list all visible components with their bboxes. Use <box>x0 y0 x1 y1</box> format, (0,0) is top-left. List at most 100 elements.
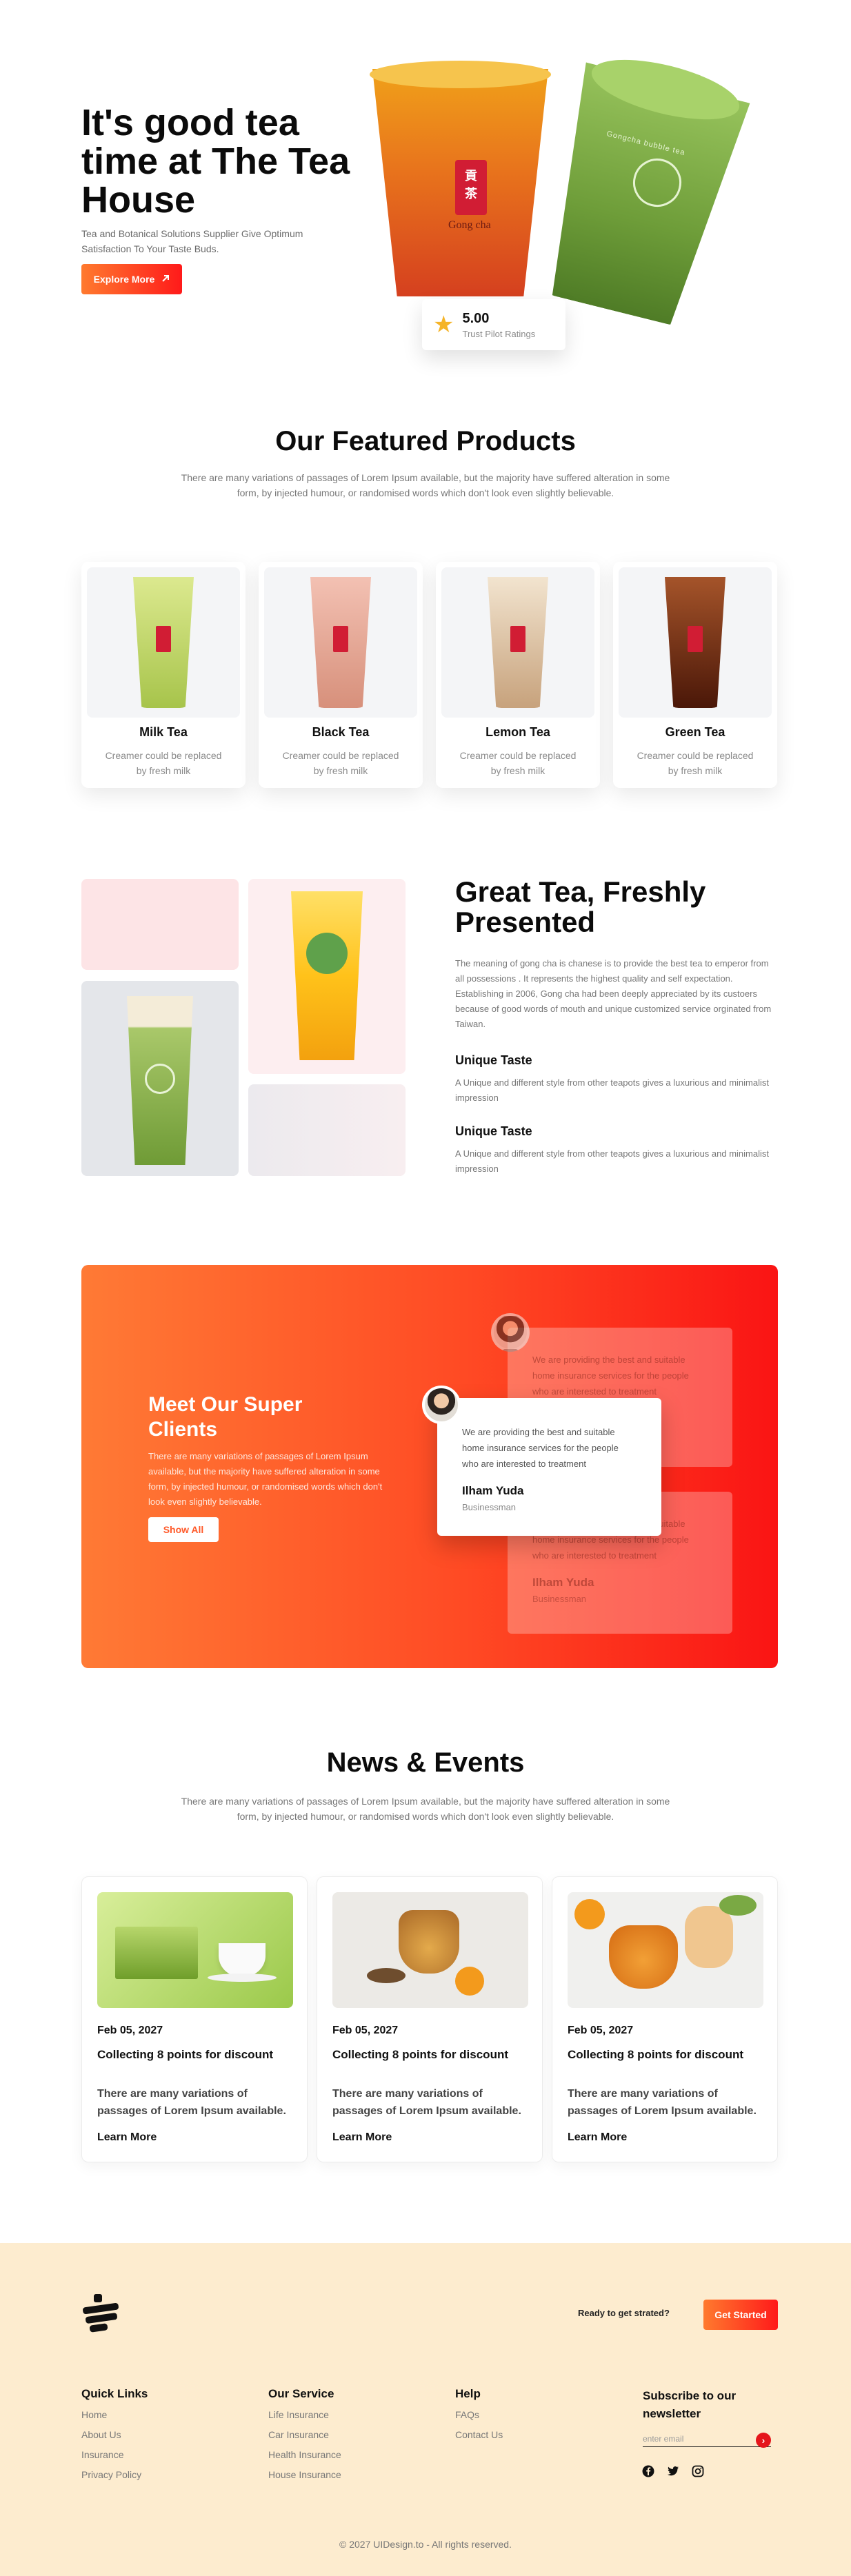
product-name: Milk Tea <box>139 725 188 739</box>
product-image <box>264 567 417 718</box>
explore-more-button[interactable]: Explore More <box>81 264 182 294</box>
news-card[interactable]: Feb 05, 2027 Collecting 8 points for dis… <box>317 1876 543 2162</box>
orange-slice <box>574 1899 605 1929</box>
news-headline: Collecting 8 points for discount <box>97 2048 273 2061</box>
feature-text: A Unique and different style from other … <box>455 1077 769 1103</box>
footer-link-car-insurance[interactable]: Car Insurance <box>268 2425 341 2445</box>
great-tea-title: Great Tea, Freshly Presented <box>455 875 706 938</box>
mango-cup <box>291 891 363 1060</box>
product-card[interactable]: Green Tea Creamer could be replaced by f… <box>613 562 777 788</box>
gongcha-logo-icon <box>510 626 525 652</box>
gongcha-logo-icon: 貢茶 <box>455 160 487 215</box>
testimonial-quote: We are providing the best and suitable h… <box>532 1355 689 1397</box>
great-tea-description: The meaning of gong cha is chanese is to… <box>455 958 772 1029</box>
product-name: Green Tea <box>665 725 725 739</box>
feature-text: A Unique and different style from other … <box>455 1148 769 1174</box>
footer-link-about-us[interactable]: About Us <box>81 2425 148 2445</box>
cup-logo-icon <box>145 1064 175 1094</box>
mint-leaves <box>719 1895 757 1916</box>
learn-more-link[interactable]: Learn More <box>568 2131 627 2144</box>
arrow-up-right-icon <box>161 274 170 285</box>
show-all-button[interactable]: Show All <box>148 1517 219 1542</box>
news-date: Feb 05, 2027 <box>568 2025 634 2036</box>
footer-column-title: Help <box>455 2387 481 2400</box>
tea-glass <box>399 1910 459 1974</box>
rating-value: 5.00 <box>462 310 490 326</box>
gongcha-logo-icon <box>156 626 171 652</box>
teapot <box>685 1906 733 1968</box>
orange-slice <box>455 1967 484 1996</box>
star-icon: ★ <box>433 312 454 338</box>
product-card[interactable]: Black Tea Creamer could be replaced by f… <box>259 562 423 788</box>
gallery-tile-pink <box>81 879 239 970</box>
footer-link-privacy-policy[interactable]: Privacy Policy <box>81 2465 148 2485</box>
facebook-icon[interactable] <box>641 2464 655 2478</box>
news-image <box>568 1892 763 2008</box>
footer-link-health-insurance[interactable]: Health Insurance <box>268 2445 341 2465</box>
rating-card: ★ 5.00 Trust Pilot Ratings <box>422 299 565 350</box>
testimonial-quote: We are providing the best and suitable h… <box>462 1427 619 1469</box>
get-started-button[interactable]: Get Started <box>703 2300 778 2330</box>
footer-column-title: Quick Links <box>81 2387 148 2400</box>
instagram-icon[interactable] <box>691 2464 705 2478</box>
product-description: Creamer could be replaced by fresh milk <box>459 750 577 776</box>
testimonial-role: Businessman <box>462 1502 517 1512</box>
gallery-tile-grey <box>248 1084 406 1176</box>
product-image <box>87 567 240 718</box>
client-avatar <box>491 1313 530 1352</box>
subscribe-title: Subscribe to our newsletter <box>643 2389 737 2420</box>
footer-link-home[interactable]: Home <box>81 2405 148 2425</box>
product-name: Lemon Tea <box>485 725 550 739</box>
footer-link-insurance[interactable]: Insurance <box>81 2445 148 2465</box>
news-excerpt: There are many variations of passages of… <box>97 2088 286 2117</box>
twitter-icon[interactable] <box>666 2464 680 2478</box>
featured-title: Our Featured Products <box>275 426 576 456</box>
news-card[interactable]: Feb 05, 2027 Collecting 8 points for dis… <box>81 1876 308 2162</box>
news-excerpt: There are many variations of passages of… <box>568 2088 757 2117</box>
rating-label: Trust Pilot Ratings <box>462 328 536 339</box>
feature-title: Unique Taste <box>455 1053 532 1067</box>
social-links <box>641 2464 705 2478</box>
news-title: News & Events <box>326 1747 525 1778</box>
news-headline: Collecting 8 points for discount <box>568 2048 743 2061</box>
saucer <box>208 1974 277 1982</box>
footer-link-house-insurance[interactable]: House Insurance <box>268 2465 341 2485</box>
tea-cup <box>219 1943 266 1976</box>
gallery-tile-mango <box>248 879 406 1074</box>
chevron-right-icon: › <box>761 2435 765 2446</box>
footer-link-faqs[interactable]: FAQs <box>455 2405 503 2425</box>
product-description: Creamer could be replaced by fresh milk <box>105 750 222 776</box>
product-card[interactable]: Milk Tea Creamer could be replaced by fr… <box>81 562 246 788</box>
email-input[interactable] <box>643 2432 753 2446</box>
brand-logo-icon[interactable] <box>81 2294 121 2335</box>
subscribe-arrow-button[interactable]: › <box>756 2433 771 2448</box>
footer-link-life-insurance[interactable]: Life Insurance <box>268 2405 341 2425</box>
news-date: Feb 05, 2027 <box>332 2025 399 2036</box>
footer-column-title: Our Service <box>268 2387 334 2400</box>
news-excerpt: There are many variations of passages of… <box>332 2088 521 2117</box>
clients-title: Meet Our Super Clients <box>148 1393 303 1441</box>
testimonial-name: Ilham Yuda <box>462 1484 524 1497</box>
hero-cup-orange-ice <box>370 61 551 88</box>
hero-cup-orange-brand: Gong cha <box>448 219 491 231</box>
news-image <box>97 1892 293 2008</box>
ready-text: Ready to get strated? <box>578 2308 670 2318</box>
testimonial-role: Businessman <box>532 1594 587 1604</box>
gongcha-logo-icon <box>333 626 348 652</box>
cup-logo-icon <box>306 933 348 974</box>
gallery-tile-matcha <box>81 981 239 1176</box>
footer-link-contact-us[interactable]: Contact Us <box>455 2425 503 2445</box>
news-image <box>332 1892 528 2008</box>
copyright-text: © 2027 UIDesign.to - All rights reserved… <box>339 2539 512 2550</box>
clients-description: There are many variations of passages of… <box>148 1451 383 1507</box>
learn-more-link[interactable]: Learn More <box>332 2131 392 2144</box>
footer-column-quick-links: Quick Links Home About Us Insurance Priv… <box>81 2387 148 2485</box>
hero-title: It's good tea time at The Tea House <box>81 102 350 221</box>
product-card[interactable]: Lemon Tea Creamer could be replaced by f… <box>436 562 600 788</box>
product-image <box>441 567 594 718</box>
news-card[interactable]: Feb 05, 2027 Collecting 8 points for dis… <box>552 1876 778 2162</box>
product-description: Creamer could be replaced by fresh milk <box>282 750 399 776</box>
footer-column-our-service: Our Service Life Insurance Car Insurance… <box>268 2387 341 2485</box>
learn-more-link[interactable]: Learn More <box>97 2131 157 2144</box>
explore-more-label: Explore More <box>93 274 155 285</box>
